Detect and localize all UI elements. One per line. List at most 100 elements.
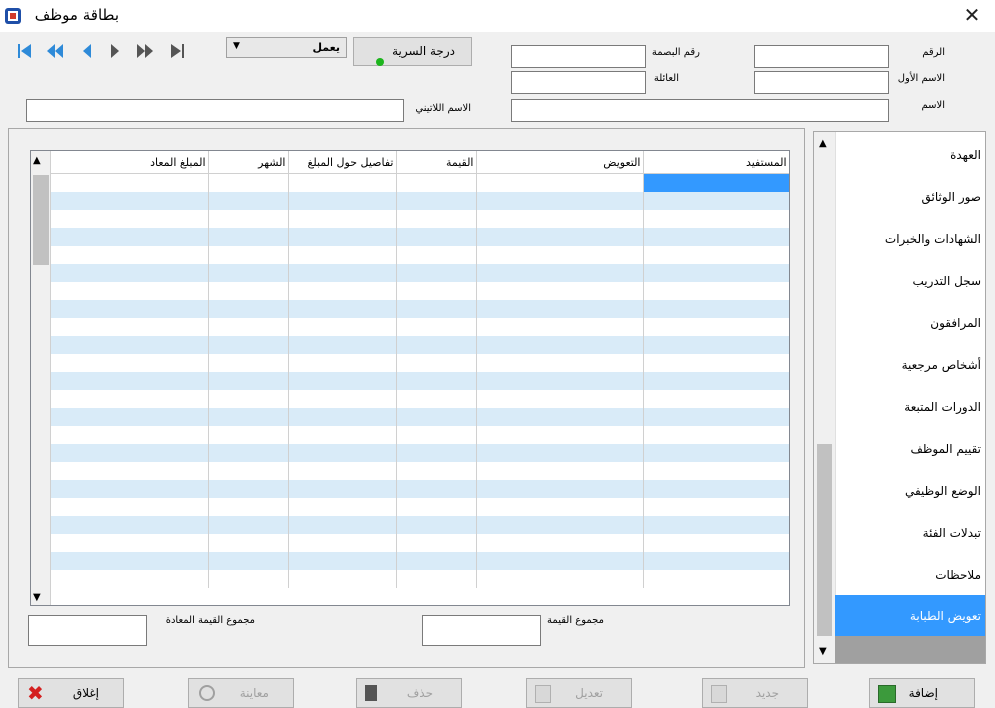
table-cell[interactable] [643, 552, 789, 570]
delete-button[interactable]: حذف [356, 678, 462, 708]
latin-name-field[interactable] [26, 99, 404, 122]
table-cell[interactable] [208, 282, 289, 300]
table-row[interactable] [51, 552, 789, 570]
table-cell[interactable] [288, 300, 397, 318]
table-cell[interactable] [208, 336, 289, 354]
table-cell[interactable] [51, 228, 209, 246]
table-cell[interactable] [288, 480, 397, 498]
table-cell[interactable] [51, 462, 209, 480]
table-cell[interactable] [396, 228, 477, 246]
table-cell[interactable] [51, 390, 209, 408]
chevron-down-icon[interactable]: ▼ [819, 646, 827, 657]
table-cell[interactable] [51, 210, 209, 228]
sidebar-item-category-changes[interactable]: تبدلات الفئة [923, 526, 981, 540]
table-cell[interactable] [208, 462, 289, 480]
table-cell[interactable] [51, 173, 209, 192]
table-cell[interactable] [208, 246, 289, 264]
add-button[interactable]: إضافة [869, 678, 975, 708]
table-cell[interactable] [51, 300, 209, 318]
table-cell[interactable] [51, 192, 209, 210]
new-button[interactable]: جديد [702, 678, 808, 708]
table-cell[interactable] [51, 480, 209, 498]
table-row[interactable] [51, 210, 789, 228]
sidebar-item-references[interactable]: أشخاص مرجعية [902, 358, 981, 372]
table-cell[interactable] [288, 173, 397, 192]
table-cell[interactable] [51, 570, 209, 588]
table-cell[interactable] [476, 444, 644, 462]
table-cell[interactable] [476, 173, 644, 192]
chevron-up-icon[interactable]: ▲ [819, 138, 827, 149]
fingerprint-field[interactable] [511, 45, 646, 68]
table-cell[interactable] [288, 552, 397, 570]
table-cell[interactable] [288, 354, 397, 372]
table-cell[interactable] [208, 264, 289, 282]
next-fast-icon[interactable] [134, 40, 156, 62]
table-cell[interactable] [476, 480, 644, 498]
table-row[interactable] [51, 372, 789, 390]
table-cell[interactable] [476, 552, 644, 570]
col-month[interactable]: الشهر [208, 151, 289, 174]
secrecy-button[interactable]: درجة السرية [353, 37, 472, 66]
table-cell[interactable] [396, 498, 477, 516]
first-name-field[interactable] [754, 71, 889, 94]
table-cell[interactable] [288, 264, 397, 282]
next-icon[interactable] [104, 40, 126, 62]
sidebar-item-job-status[interactable]: الوضع الوظيفي [905, 484, 981, 498]
table-cell[interactable] [51, 354, 209, 372]
table-cell[interactable] [643, 210, 789, 228]
table-row[interactable] [51, 426, 789, 444]
table-cell[interactable] [476, 534, 644, 552]
table-row[interactable] [51, 282, 789, 300]
table-cell[interactable] [208, 570, 289, 588]
table-cell[interactable] [643, 354, 789, 372]
id-field[interactable] [754, 45, 889, 68]
table-row[interactable] [51, 570, 789, 588]
table-cell[interactable] [208, 444, 289, 462]
table-cell[interactable] [396, 282, 477, 300]
table-cell[interactable] [396, 173, 477, 192]
sidebar-item-evaluation[interactable]: تقييم الموظف [910, 442, 981, 456]
table-cell[interactable] [643, 228, 789, 246]
table-cell[interactable] [476, 372, 644, 390]
table-cell[interactable] [288, 318, 397, 336]
col-amount-details[interactable]: تفاصيل حول المبلغ [288, 151, 397, 174]
table-cell[interactable] [288, 228, 397, 246]
table-cell[interactable] [288, 336, 397, 354]
close-button[interactable]: ✖ إغلاق [18, 678, 124, 708]
table-cell[interactable] [396, 390, 477, 408]
prev-icon[interactable] [76, 40, 98, 62]
table-cell[interactable] [208, 300, 289, 318]
table-cell[interactable] [288, 210, 397, 228]
table-cell[interactable] [396, 480, 477, 498]
table-row[interactable] [51, 336, 789, 354]
table-cell[interactable] [51, 372, 209, 390]
table-cell[interactable] [396, 192, 477, 210]
table-cell[interactable] [643, 390, 789, 408]
table-cell[interactable] [643, 444, 789, 462]
table-cell[interactable] [51, 336, 209, 354]
table-cell[interactable] [643, 318, 789, 336]
table-cell[interactable] [476, 318, 644, 336]
table-cell[interactable] [476, 426, 644, 444]
sidebar-item-certificates[interactable]: الشهادات والخبرات [885, 232, 981, 246]
table-cell[interactable] [208, 534, 289, 552]
table-cell[interactable] [476, 228, 644, 246]
table-cell[interactable] [288, 426, 397, 444]
table-cell[interactable] [288, 498, 397, 516]
table-cell[interactable] [208, 498, 289, 516]
table-cell[interactable] [51, 246, 209, 264]
table-cell[interactable] [476, 282, 644, 300]
sidebar-item-custody[interactable]: العهدة [950, 148, 981, 162]
table-cell[interactable] [643, 570, 789, 588]
table-cell[interactable] [643, 300, 789, 318]
table-cell[interactable] [396, 336, 477, 354]
table-cell[interactable] [288, 390, 397, 408]
table-cell[interactable] [51, 264, 209, 282]
table-cell[interactable] [288, 246, 397, 264]
table-cell[interactable] [208, 228, 289, 246]
sidebar-scrollbar[interactable]: ▲ ▼ [814, 132, 836, 663]
table-cell[interactable] [51, 426, 209, 444]
col-value[interactable]: القيمة [396, 151, 477, 174]
table-cell[interactable] [476, 498, 644, 516]
table-cell[interactable] [288, 408, 397, 426]
